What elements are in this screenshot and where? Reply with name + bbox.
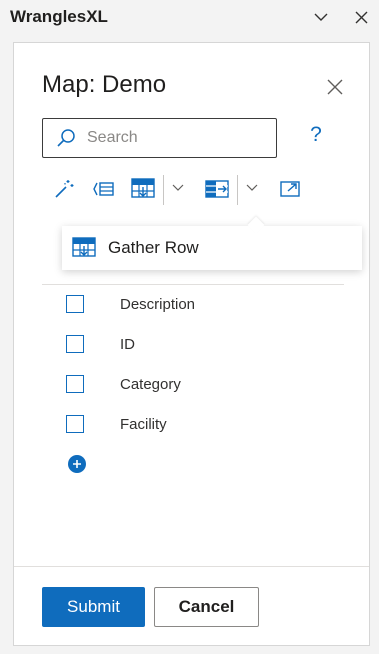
gather-row-label: Gather Row xyxy=(108,238,199,257)
pane-options-chevron-icon[interactable] xyxy=(310,6,332,28)
cancel-button[interactable]: Cancel xyxy=(154,587,259,627)
column-checkbox-facility[interactable] xyxy=(66,415,84,433)
column-checkbox-category[interactable] xyxy=(66,375,84,393)
search-field[interactable] xyxy=(42,118,277,158)
gather-row-icon xyxy=(72,237,96,259)
toolbar-separator xyxy=(237,175,238,205)
help-button[interactable]: ? xyxy=(304,123,328,151)
panel-close-icon[interactable] xyxy=(323,75,347,99)
column-label: Description xyxy=(120,295,196,313)
map-panel: Map: Demo ? xyxy=(13,42,370,646)
magic-wand-icon[interactable] xyxy=(52,177,76,201)
plus-icon xyxy=(73,460,81,468)
column-checkbox-description[interactable] xyxy=(66,295,84,313)
gather-row-icon[interactable] xyxy=(130,177,156,201)
column-checkbox-id[interactable] xyxy=(66,335,84,353)
list-item: ID xyxy=(66,333,135,355)
list-item: Description xyxy=(66,293,195,315)
split-columns-icon[interactable] xyxy=(92,177,116,201)
column-label: Category xyxy=(120,375,181,393)
task-pane-titlebar: WranglesXL xyxy=(0,0,379,36)
footer-divider xyxy=(14,566,369,567)
column-label: Facility xyxy=(120,415,167,433)
merge-columns-icon[interactable] xyxy=(204,177,230,201)
panel-title: Map: Demo xyxy=(42,71,167,98)
add-column-button[interactable] xyxy=(68,455,86,473)
dropdown-caret xyxy=(247,216,265,234)
app-title: WranglesXL xyxy=(10,7,108,26)
toolbar-separator xyxy=(163,175,164,205)
chevron-down-icon[interactable] xyxy=(245,181,259,195)
list-divider xyxy=(42,284,344,285)
chevron-down-icon[interactable] xyxy=(171,181,185,195)
search-input[interactable] xyxy=(85,128,269,148)
list-item: Category xyxy=(66,373,181,395)
submit-button[interactable]: Submit xyxy=(42,587,145,627)
column-label: ID xyxy=(120,335,135,353)
pane-close-icon[interactable] xyxy=(350,6,372,28)
gather-row-menu-item[interactable]: Gather Row xyxy=(62,216,362,270)
list-item: Facility xyxy=(66,413,167,435)
open-external-icon[interactable] xyxy=(278,177,302,201)
search-icon xyxy=(55,127,77,149)
